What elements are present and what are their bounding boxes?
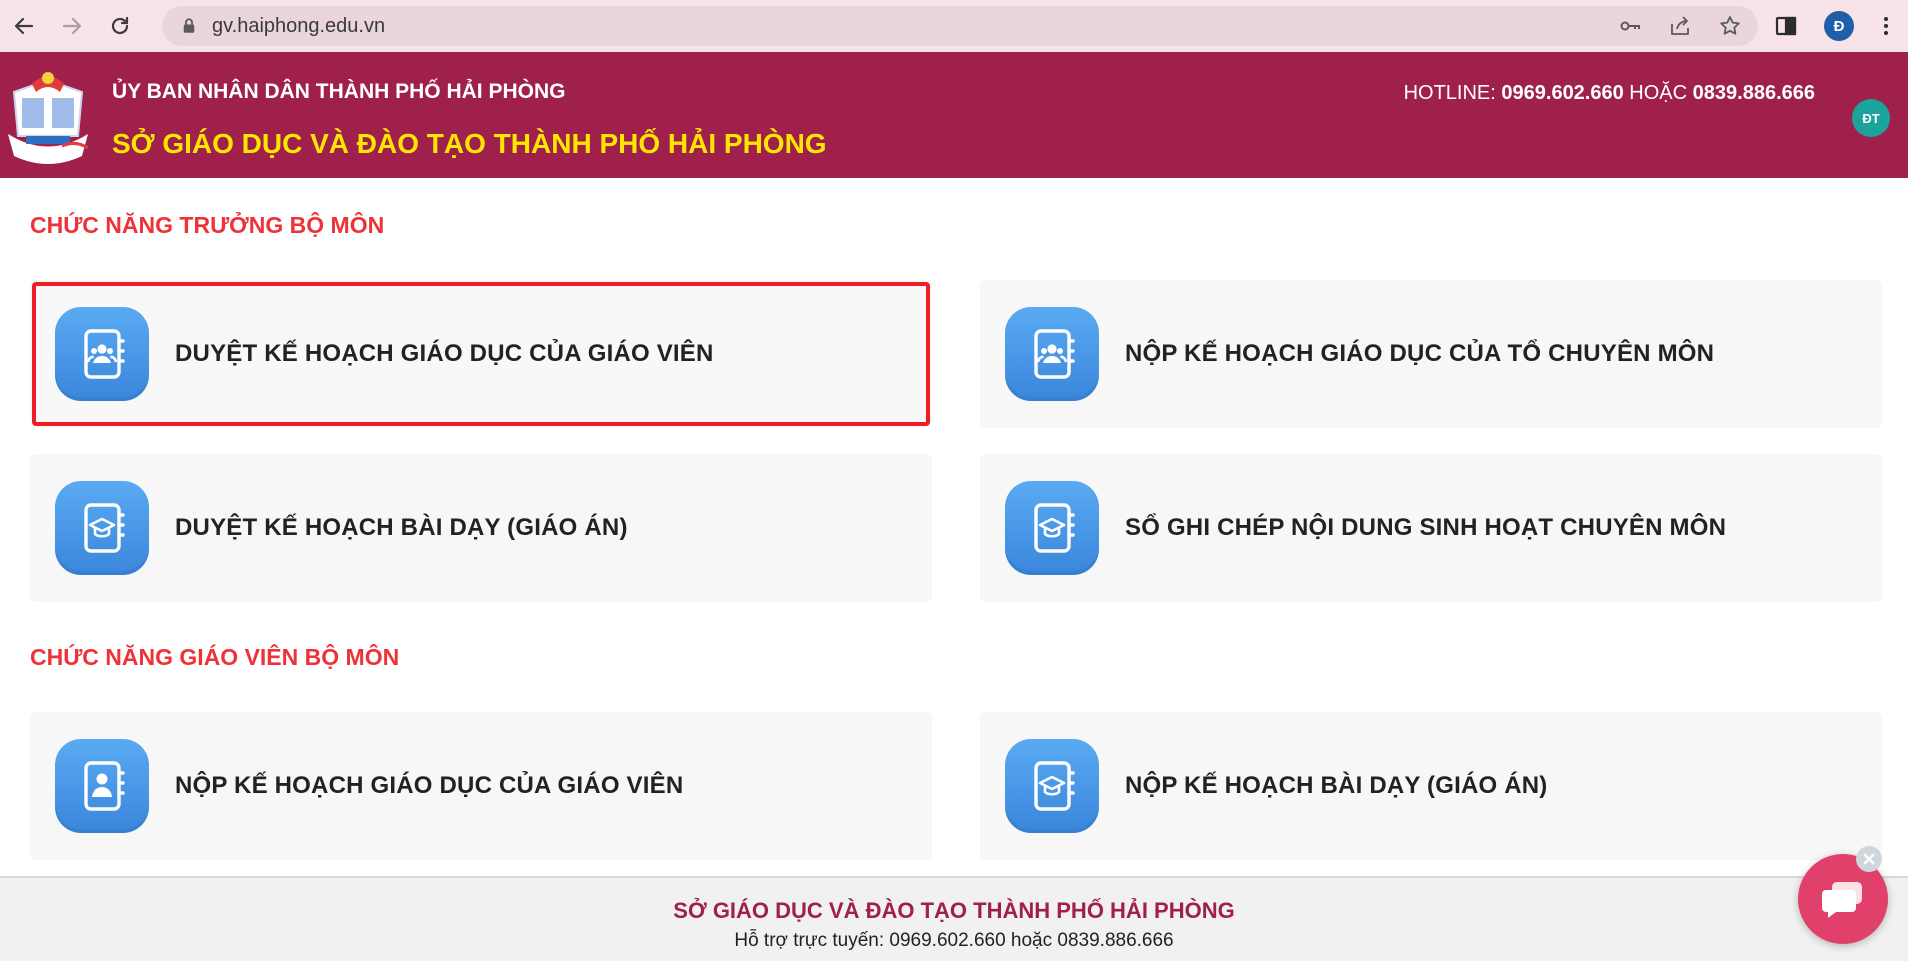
- section-title-head-of-department: CHỨC NĂNG TRƯỞNG BỘ MÔN: [30, 212, 385, 238]
- footer-title: SỞ GIÁO DỤC VÀ ĐÀO TẠO THÀNH PHỐ HẢI PHÒ…: [673, 898, 1235, 923]
- department-logo[interactable]: [2, 64, 94, 164]
- person-notebook-icon: [55, 739, 149, 833]
- graduation-notebook-icon: [55, 481, 149, 575]
- chat-icon: [1822, 882, 1862, 918]
- bookmark-star-icon[interactable]: [1718, 14, 1742, 38]
- more-menu-icon[interactable]: [1864, 14, 1908, 38]
- forward-arrow-icon[interactable]: [48, 0, 96, 52]
- card-professional-activity-log[interactable]: SỔ GHI CHÉP NỘI DUNG SINH HOẠT CHUYÊN MÔ…: [980, 454, 1882, 602]
- url-text: gv.haiphong.edu.vn: [212, 14, 386, 37]
- user-avatar[interactable]: ĐT: [1852, 99, 1890, 137]
- hotline-or: HOẶC: [1629, 82, 1688, 104]
- header-main-title: SỞ GIÁO DỤC VÀ ĐÀO TẠO THÀNH PHỐ HẢI PHÒ…: [112, 128, 827, 159]
- card-submit-group-plan[interactable]: NỘP KẾ HOẠCH GIÁO DỤC CỦA TỔ CHUYÊN MÔN: [980, 280, 1882, 428]
- hotline-info: HOTLINE: 0969.602.660 HOẶC 0839.886.666: [1404, 82, 1815, 105]
- graduation-notebook-icon: [1005, 481, 1099, 575]
- back-arrow-icon[interactable]: [0, 0, 48, 52]
- card-submit-teacher-plan[interactable]: NỘP KẾ HOẠCH GIÁO DỤC CỦA GIÁO VIÊN: [30, 712, 932, 860]
- card-approve-lesson-plan[interactable]: DUYỆT KẾ HOẠCH BÀI DẠY (GIÁO ÁN): [30, 454, 932, 602]
- card-approve-teacher-plan[interactable]: DUYỆT KẾ HOẠCH GIÁO DỤC CỦA GIÁO VIÊN: [30, 280, 932, 428]
- group-notebook-icon: [55, 307, 149, 401]
- card-submit-lesson-plan[interactable]: NỘP KẾ HOẠCH BÀI DẠY (GIÁO ÁN): [980, 712, 1882, 860]
- footer-support-text: Hỗ trợ trực tuyến: 0969.602.660 hoặc 083…: [734, 930, 1174, 951]
- header-ubnd-line: ỦY BAN NHÂN DÂN THÀNH PHỐ HẢI PHÒNG: [112, 80, 566, 103]
- card-label: SỔ GHI CHÉP NỘI DUNG SINH HOẠT CHUYÊN MÔ…: [1125, 514, 1727, 541]
- card-label: NỘP KẾ HOẠCH GIÁO DỤC CỦA TỔ CHUYÊN MÔN: [1125, 340, 1715, 367]
- card-label: DUYỆT KẾ HOẠCH GIÁO DỤC CỦA GIÁO VIÊN: [175, 340, 714, 367]
- side-panel-icon[interactable]: [1758, 14, 1814, 38]
- address-bar[interactable]: gv.haiphong.edu.vn: [162, 6, 1758, 46]
- chat-close-icon[interactable]: [1856, 846, 1882, 872]
- graduation-notebook-icon: [1005, 739, 1099, 833]
- group-notebook-icon: [1005, 307, 1099, 401]
- hotline-number-1: 0969.602.660: [1501, 82, 1624, 104]
- site-footer: SỞ GIÁO DỤC VÀ ĐÀO TẠO THÀNH PHỐ HẢI PHÒ…: [0, 876, 1908, 961]
- hotline-number-2: 0839.886.666: [1692, 82, 1815, 104]
- site-header: ỦY BAN NHÂN DÂN THÀNH PHỐ HẢI PHÒNG SỞ G…: [0, 52, 1908, 178]
- browser-toolbar: gv.haiphong.edu.vn Đ: [0, 0, 1908, 52]
- card-label: NỘP KẾ HOẠCH GIÁO DỤC CỦA GIÁO VIÊN: [175, 772, 684, 799]
- hotline-label: HOTLINE:: [1403, 82, 1496, 104]
- lock-icon: [183, 18, 195, 33]
- key-icon[interactable]: [1618, 14, 1642, 38]
- card-label: DUYỆT KẾ HOẠCH BÀI DẠY (GIÁO ÁN): [175, 514, 628, 541]
- reload-icon[interactable]: [96, 0, 144, 52]
- profile-avatar[interactable]: Đ: [1824, 11, 1854, 41]
- section-title-subject-teacher: CHỨC NĂNG GIÁO VIÊN BỘ MÔN: [30, 644, 400, 670]
- share-icon[interactable]: [1668, 14, 1692, 38]
- card-label: NỘP KẾ HOẠCH BÀI DẠY (GIÁO ÁN): [1125, 772, 1548, 799]
